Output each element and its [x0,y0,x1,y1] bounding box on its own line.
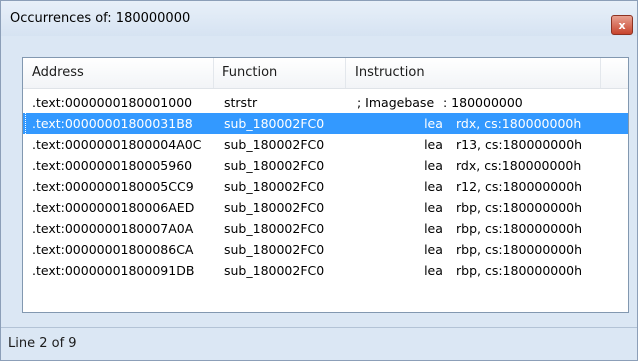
list-row[interactable]: .text:00000001800091DB sub_180002FC0 lea… [23,260,628,281]
list-row[interactable]: .text:0000000180006AED sub_180002FC0 lea… [23,197,628,218]
row-address: .text:00000001800091DB [32,263,195,278]
row-address: .text:0000000180001000 [32,95,193,110]
occurrences-list[interactable]: Address Function Instruction .text:00000… [22,57,629,313]
row-address: .text:00000001800086CA [32,242,194,257]
row-function: sub_180002FC0 [224,200,325,215]
row-function: strstr [224,95,258,110]
column-header-instruction[interactable]: Instruction [355,58,425,88]
row-function: sub_180002FC0 [224,221,325,236]
list-row[interactable]: .text:0000000180007A0A sub_180002FC0 lea… [23,218,628,239]
row-mnemonic: lea [424,158,443,173]
row-operand: rbp, cs:180000000h [456,242,583,257]
row-mnemonic: lea [424,263,443,278]
list-row[interactable]: .text:0000000180005CC9 sub_180002FC0 lea… [23,176,628,197]
title-bar[interactable]: Occurrences of: 180000000 x [1,1,637,36]
list-row[interactable]: .text:00000001800004A0C sub_180002FC0 le… [23,134,628,155]
close-icon[interactable]: x [611,15,633,35]
column-header-address[interactable]: Address [32,58,84,88]
row-function: sub_180002FC0 [224,158,325,173]
row-function: sub_180002FC0 [224,179,325,194]
status-bar: Line 2 of 9 [1,327,637,361]
row-address: .text:0000000180006AED [32,200,195,215]
column-divider[interactable] [213,58,214,88]
row-address: .text:0000000180005960 [32,158,193,173]
column-header-function[interactable]: Function [222,58,277,88]
column-divider[interactable] [600,58,601,88]
row-operand: r12, cs:180000000h [456,179,583,194]
list-rows: .text:0000000180001000 strstr ; Imagebas… [23,92,628,281]
column-divider[interactable] [345,58,346,88]
row-address: .text:0000000180007A0A [32,221,194,236]
row-address: .text:00000001800031B8 [32,116,193,131]
status-text: Line 2 of 9 [8,336,77,351]
row-function: sub_180002FC0 [224,116,325,131]
row-function: sub_180002FC0 [224,137,325,152]
list-header: Address Function Instruction [23,58,628,89]
row-comment: ; Imagebase [357,95,435,110]
row-address: .text:0000000180005CC9 [32,179,194,194]
row-comment-value: : 180000000 [443,95,523,110]
row-operand: rbp, cs:180000000h [456,200,583,215]
list-row[interactable]: .text:0000000180005960 sub_180002FC0 lea… [23,155,628,176]
list-row[interactable]: .text:0000000180001000 strstr ; Imagebas… [23,92,628,113]
occurrences-window: Occurrences of: 180000000 x Address Func… [0,0,638,361]
row-mnemonic: lea [424,242,443,257]
window-title: Occurrences of: 180000000 [10,11,191,26]
row-operand: rbp, cs:180000000h [456,221,583,236]
row-mnemonic: lea [424,221,443,236]
row-function: sub_180002FC0 [224,263,325,278]
row-address: .text:00000001800004A0C [32,137,202,152]
list-row[interactable]: .text:00000001800086CA sub_180002FC0 lea… [23,239,628,260]
row-operand: rdx, cs:180000000h [456,158,582,173]
row-mnemonic: lea [424,116,443,131]
row-operand: r13, cs:180000000h [456,137,583,152]
row-function: sub_180002FC0 [224,242,325,257]
row-mnemonic: lea [424,200,443,215]
row-mnemonic: lea [424,179,443,194]
list-row-selected[interactable]: .text:00000001800031B8 sub_180002FC0 lea… [23,113,628,134]
row-operand: rdx, cs:180000000h [456,116,582,131]
row-operand: rbp, cs:180000000h [456,263,583,278]
row-mnemonic: lea [424,137,443,152]
